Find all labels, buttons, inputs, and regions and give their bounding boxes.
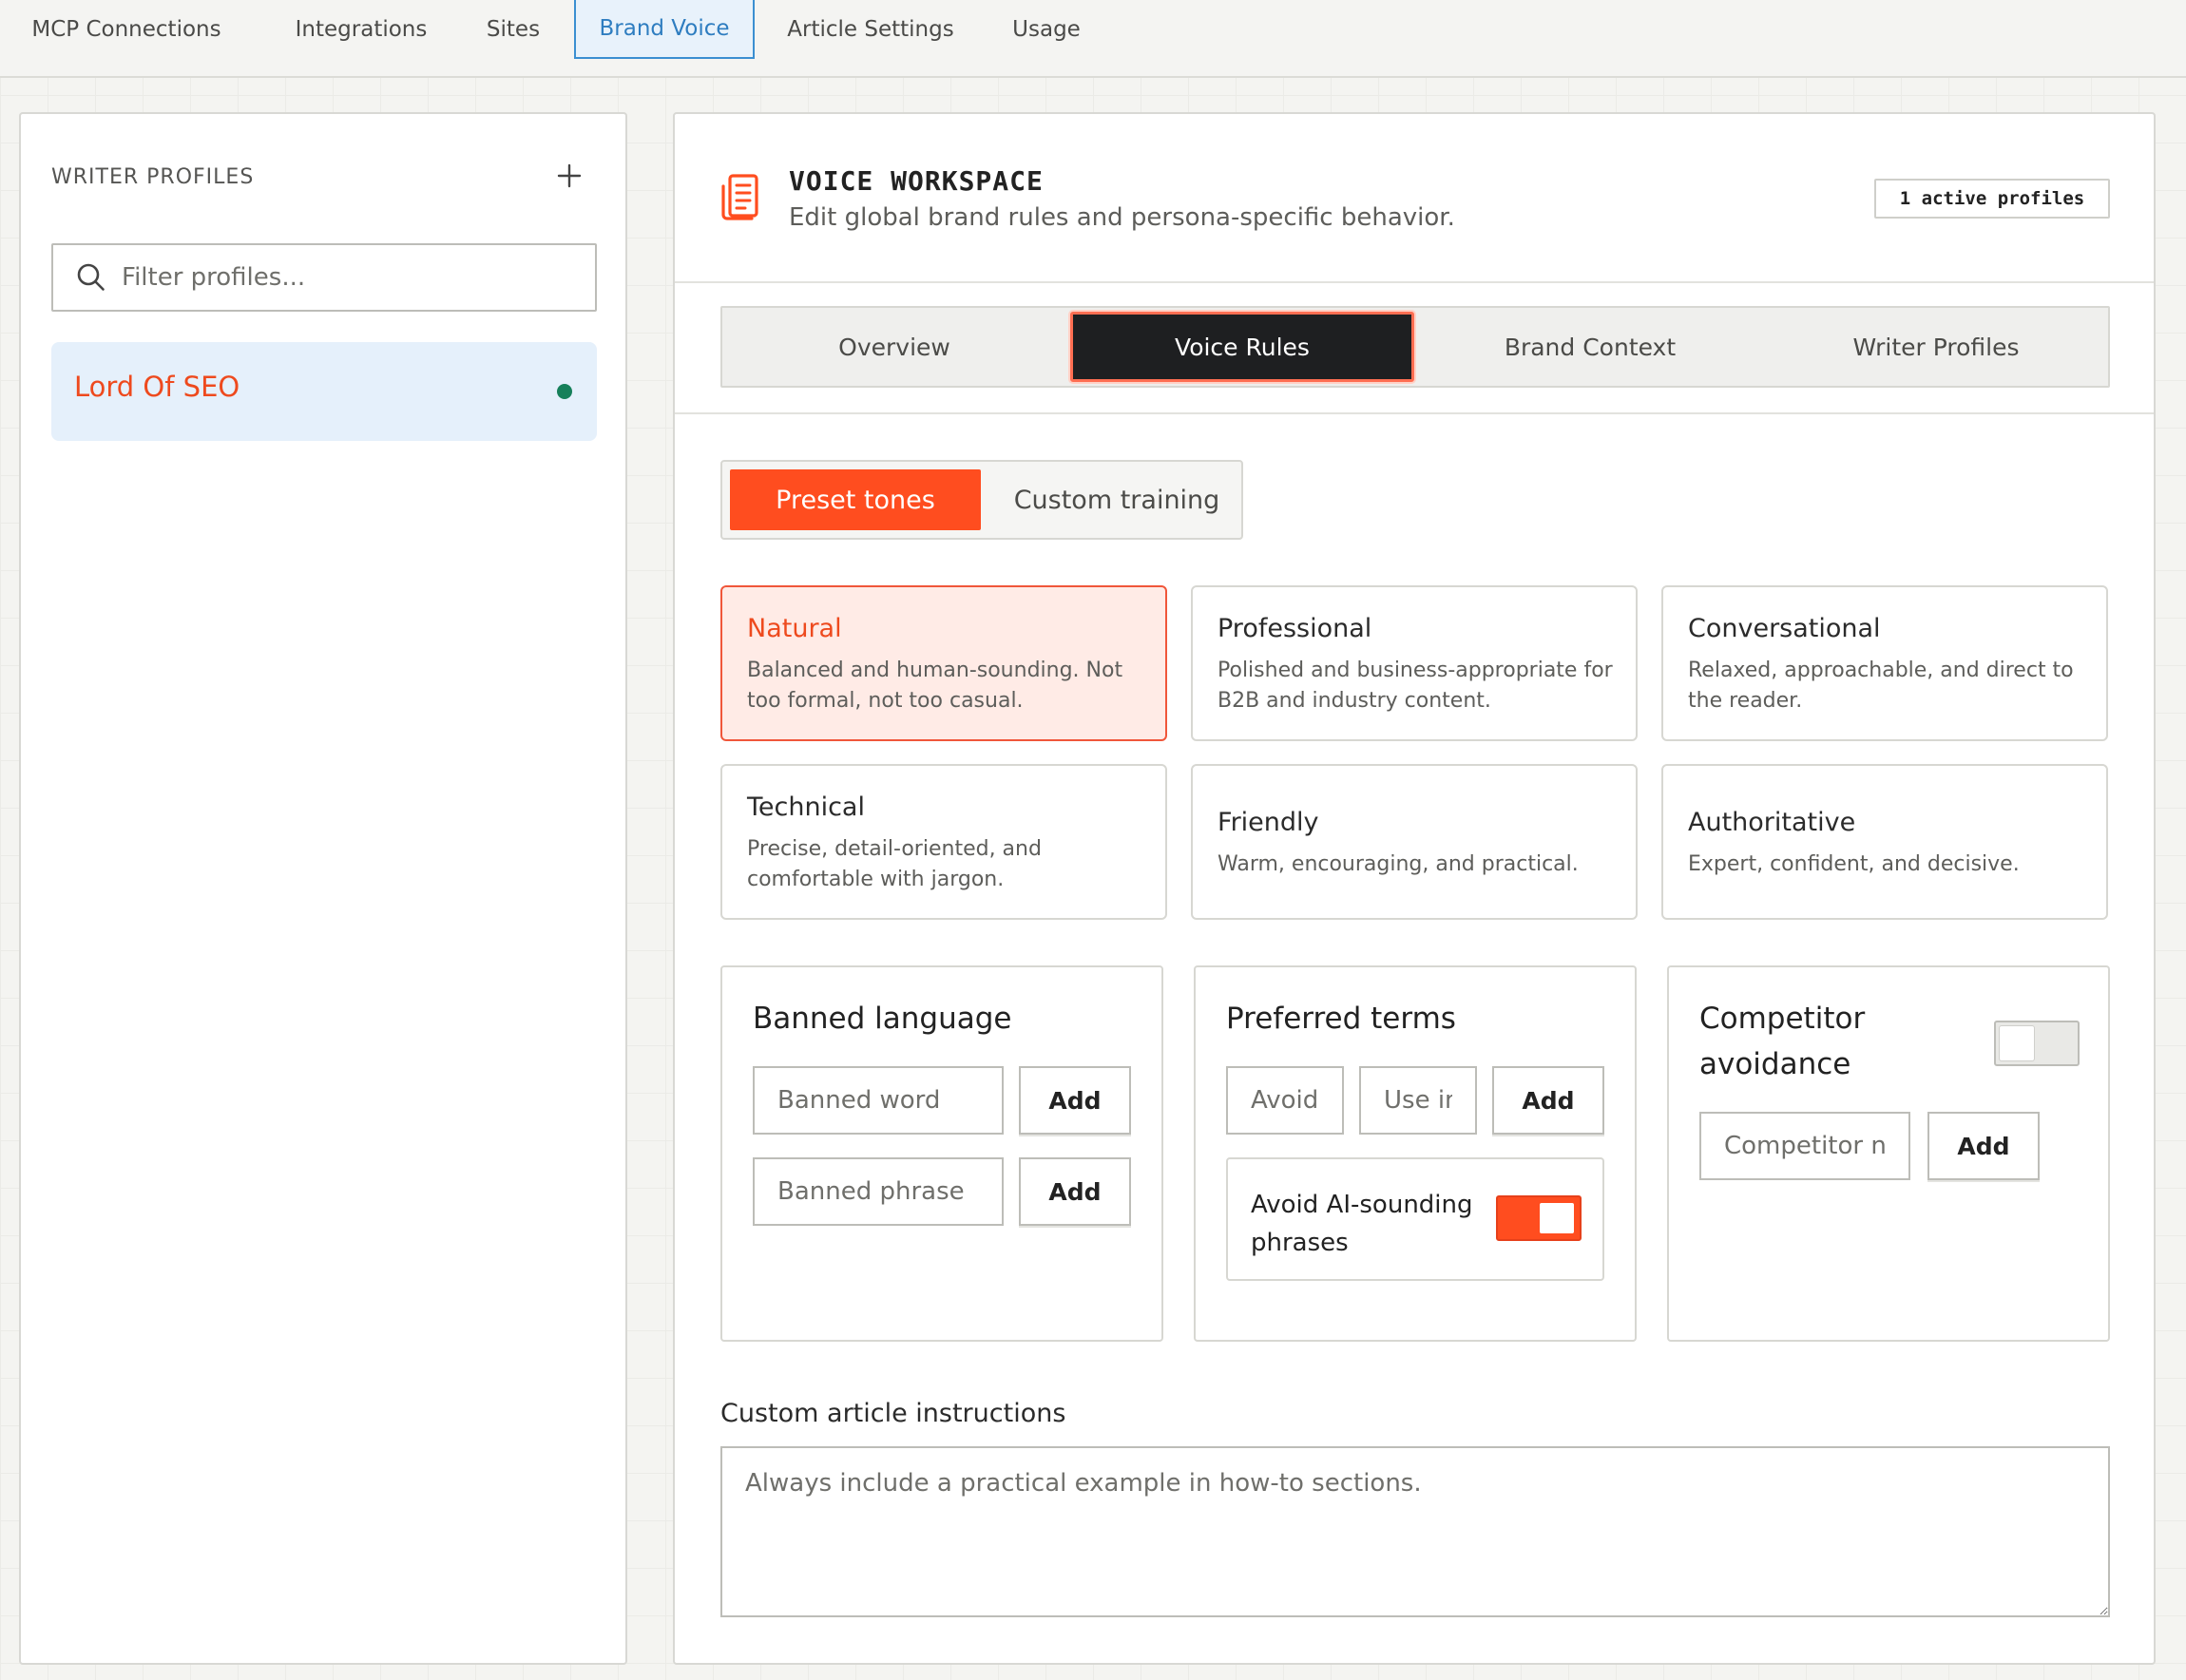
tone-description: Polished and business-appropriate for B2… [1218,659,1613,713]
tone-mode-toggle: Preset tones Custom training [720,460,1243,540]
competitor-avoidance-toggle[interactable] [1994,1021,2080,1066]
plus-icon [557,163,582,188]
tone-card-conversational[interactable]: Conversational Relaxed, approachable, an… [1661,585,2108,741]
use-instead-input[interactable] [1359,1066,1477,1135]
banned-language-title: Banned language [753,1002,1012,1036]
banned-language-card: Banned language Add Add [720,965,1163,1342]
nav-tab-integrations[interactable]: Integrations [278,0,445,59]
tab-brand-context[interactable]: Brand Context [1418,312,1762,382]
banned-phrase-input[interactable] [753,1157,1004,1226]
tone-description: Expert, confident, and decisive. [1688,852,2020,876]
add-preferred-term-button[interactable]: Add [1492,1066,1604,1135]
profile-name: Lord Of SEO [74,371,240,403]
tone-card-friendly[interactable]: Friendly Warm, encouraging, and practica… [1191,764,1638,920]
tone-card-natural[interactable]: Natural Balanced and human-sounding. Not… [720,585,1167,741]
writer-profiles-panel: WRITER PROFILES Lord Of SEO [19,112,627,1665]
competitor-avoidance-card: Competitor avoidance Add [1667,965,2110,1342]
tab-voice-rules[interactable]: Voice Rules [1070,312,1414,382]
writer-profiles-heading: WRITER PROFILES [51,165,255,189]
tone-name: Technical [747,792,865,822]
add-banned-word-button[interactable]: Add [1019,1066,1131,1135]
nav-tab-usage[interactable]: Usage [1002,0,1091,59]
tab-overview[interactable]: Overview [722,312,1066,382]
nav-tab-brand-voice[interactable]: Brand Voice [574,0,755,59]
voice-workspace-panel: VOICE WORKSPACE Edit global brand rules … [673,112,2156,1665]
tone-card-authoritative[interactable]: Authoritative Expert, confident, and dec… [1661,764,2108,920]
filter-profiles-input[interactable] [122,263,578,292]
workspace-title: VOICE WORKSPACE [789,165,1044,197]
tone-name: Friendly [1218,808,1319,837]
tone-card-professional[interactable]: Professional Polished and business-appro… [1191,585,1638,741]
custom-training-button[interactable]: Custom training [998,469,1236,530]
tab-writer-profiles[interactable]: Writer Profiles [1764,312,2108,382]
tone-name: Professional [1218,614,1372,643]
add-banned-phrase-button[interactable]: Add [1019,1157,1131,1226]
filter-profiles-field [51,243,597,312]
tone-name: Conversational [1688,614,1881,643]
tone-name: Natural [747,614,842,643]
tone-description: Warm, encouraging, and practical. [1218,852,1579,876]
avoid-term-input[interactable] [1226,1066,1344,1135]
add-profile-button[interactable] [546,152,593,200]
preferred-terms-card: Preferred terms Add Avoid AI-sounding ph… [1194,965,1637,1342]
preset-tones-button[interactable]: Preset tones [730,469,981,530]
avoid-ai-phrases-setting: Avoid AI-sounding phrases [1226,1157,1604,1281]
top-nav: MCP Connections Integrations Sites Brand… [0,0,2186,78]
avoid-ai-phrases-label: Avoid AI-sounding phrases [1251,1191,1473,1257]
toggle-knob [2000,1026,2034,1060]
tone-description: Relaxed, approachable, and direct to the… [1688,659,2074,713]
custom-instructions-textarea[interactable] [720,1446,2110,1617]
document-stack-icon [721,174,758,220]
competitor-avoidance-title: Competitor avoidance [1699,1002,1866,1081]
toggle-knob [1540,1203,1574,1233]
search-icon [77,263,105,291]
nav-tab-mcp-connections[interactable]: MCP Connections [27,0,226,59]
workspace-tabs: Overview Voice Rules Brand Context Write… [720,306,2110,388]
add-competitor-button[interactable]: Add [1927,1112,2040,1180]
section-divider [675,412,2154,414]
banned-word-input[interactable] [753,1066,1004,1135]
custom-instructions-label: Custom article instructions [720,1399,1066,1428]
nav-tab-article-settings[interactable]: Article Settings [777,0,964,59]
workspace-subtitle: Edit global brand rules and persona-spec… [789,203,1455,232]
tone-card-technical[interactable]: Technical Precise, detail-oriented, and … [720,764,1167,920]
nav-tab-sites[interactable]: Sites [475,0,551,59]
active-status-dot [557,384,572,399]
avoid-ai-phrases-toggle[interactable] [1496,1195,1582,1241]
active-profiles-badge: 1 active profiles [1874,179,2110,219]
competitor-name-input[interactable] [1699,1112,1910,1180]
tone-name: Authoritative [1688,808,1856,837]
tone-description: Balanced and human-sounding. Not too for… [747,659,1123,713]
tone-description: Precise, detail-oriented, and comfortabl… [747,837,1042,891]
workspace-header: VOICE WORKSPACE Edit global brand rules … [675,114,2154,283]
profile-item[interactable]: Lord Of SEO [51,342,597,441]
preferred-terms-title: Preferred terms [1226,1002,1456,1036]
